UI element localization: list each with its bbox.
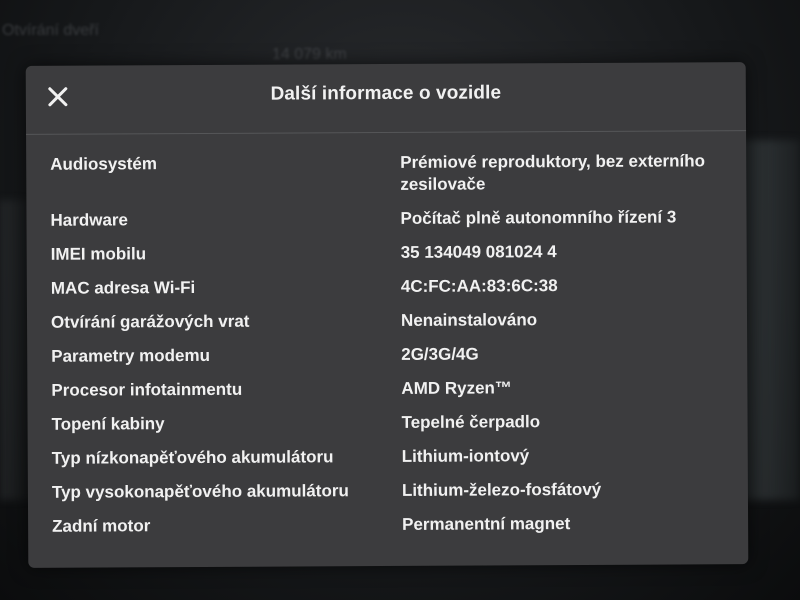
info-label: IMEI mobilu [50,244,147,264]
info-value: 2G/3G/4G [401,344,479,364]
info-row-high-voltage-battery: Typ vysokonapěťového akumulátoru Lithium… [52,478,742,504]
info-label: Parametry modemu [51,345,210,366]
info-label: Procesor infotainmentu [51,379,243,400]
dialog-header: Další informace o vozidle [25,62,747,135]
info-label: Typ nízkonapěťového akumulátoru [51,447,334,468]
info-label: Hardware [50,210,129,230]
info-value: Počítač plně autonomního řízení 3 [400,207,677,228]
info-row-garage: Otvírání garážových vrat Nenainstalováno [51,308,741,334]
info-row-audio: Audiosystém Prémiové reproduktory, bez e… [50,150,740,198]
info-value: 4C:FC:AA:83:6C:38 [400,276,558,296]
info-value: AMD Ryzen™ [401,378,512,398]
info-label: Audiosystém [50,154,158,174]
info-row-rear-motor: Zadní motor Permanentní magnet [52,512,742,538]
info-row-low-voltage-battery: Typ nízkonapěťového akumulátoru Lithium-… [52,444,742,470]
info-row-hardware: Hardware Počítač plně autonomního řízení… [50,206,740,232]
info-row-cabin-heating: Topení kabiny Tepelné čerpadlo [52,410,742,436]
info-label: MAC adresa Wi-Fi [50,278,196,298]
vehicle-info-dialog: Další informace o vozidle Audiosystém Pr… [25,62,749,568]
info-row-modem: Parametry modemu 2G/3G/4G [51,342,741,368]
info-row-wifi-mac: MAC adresa Wi-Fi 4C:FC:AA:83:6C:38 [51,274,741,300]
info-list: Audiosystém Prémiové reproduktory, bez e… [50,150,742,550]
info-label: Zadní motor [52,516,151,536]
info-label: Typ vysokonapěťového akumulátoru [51,481,349,502]
dialog-title: Další informace o vozidle [270,82,502,105]
info-row-imei: IMEI mobilu 35 134049 081024 4 [51,240,741,266]
info-label: Otvírání garážových vrat [50,311,250,332]
info-value: Permanentní magnet [402,514,571,534]
info-label: Topení kabiny [51,414,165,434]
background-odometer: 14 079 km [272,46,347,63]
info-value: 35 134049 081024 4 [400,242,557,262]
info-value: Prémiové reproduktory, bez externího zes… [400,151,706,194]
info-value: Tepelné čerpadlo [401,412,541,432]
background-label: Otvírání dveří [2,22,99,39]
info-value: Lithium-železo-fosfátový [401,479,602,500]
info-value: Nenainstalováno [400,310,538,330]
info-row-processor: Procesor infotainmentu AMD Ryzen™ [51,376,741,402]
info-value: Lithium-iontový [401,446,530,466]
